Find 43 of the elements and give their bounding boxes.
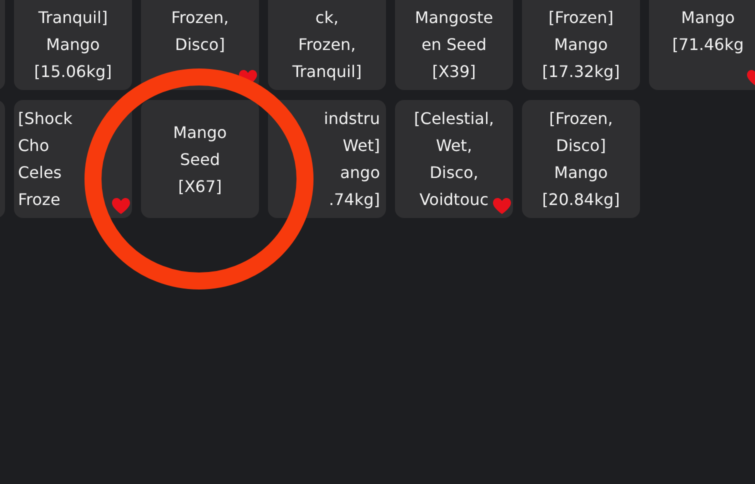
item-label: Frozen, <box>171 7 229 29</box>
item-label: [71.46kg <box>672 34 744 56</box>
item-label: Mango <box>173 122 227 144</box>
item-card[interactable]: Mango Seed [X67] <box>141 100 259 218</box>
item-label: [Frozen, <box>549 108 613 130</box>
item-label: Mango <box>46 34 100 56</box>
item-label: [Shock <box>18 108 72 130</box>
item-label: Mango <box>554 34 608 56</box>
item-label: ango <box>340 162 380 184</box>
item-card[interactable]: [Frozen, Disco] Mango [20.84kg] <box>522 100 640 218</box>
item-label: ck, <box>315 7 339 29</box>
item-label: Tranquil] <box>292 61 362 83</box>
item-label: [20.84kg] <box>542 189 620 211</box>
item-label: Mangoste <box>414 7 494 29</box>
item-label: en Seed <box>421 34 487 56</box>
item-label: Mango <box>681 7 735 29</box>
item-label: Voidtouc <box>419 189 489 211</box>
item-label: indstru <box>324 108 380 130</box>
item-label: Cho <box>18 135 50 157</box>
item-label: [X67] <box>178 176 222 198</box>
item-label: [17.32kg] <box>542 61 620 83</box>
item-label: Froze <box>18 189 60 211</box>
item-label: Disco] <box>556 135 606 157</box>
item-label: Disco, <box>430 162 478 184</box>
item-card[interactable]: Mango [71.46kg <box>649 0 755 90</box>
item-label: Wet, <box>436 135 472 157</box>
item-label: [X39] <box>432 61 476 83</box>
item-card[interactable]: [Frozen] Mango [17.32kg] <box>522 0 640 90</box>
item-label: Wet] <box>342 135 380 157</box>
item-label: Celes <box>18 162 62 184</box>
item-label: Seed <box>180 148 220 170</box>
item-label: [Celestial, <box>414 108 494 130</box>
item-label: Frozen, <box>298 34 356 56</box>
item-label: .74kg] <box>328 189 380 211</box>
item-card[interactable]: Tranquil] Mango [15.06kg] <box>14 0 132 90</box>
item-label: [Frozen] <box>548 7 614 29</box>
item-label: Tranquil] <box>38 7 108 29</box>
item-label: [15.06kg] <box>34 61 112 83</box>
item-card[interactable]: ck, Frozen, Tranquil] <box>268 0 386 90</box>
item-label: Disco] <box>175 34 225 56</box>
item-card[interactable]: Mangoste en Seed [X39] <box>395 0 513 90</box>
item-label: Mango <box>554 162 608 184</box>
item-card[interactable]: [Celestial, Wet, Disco, Voidtouc <box>395 100 513 218</box>
